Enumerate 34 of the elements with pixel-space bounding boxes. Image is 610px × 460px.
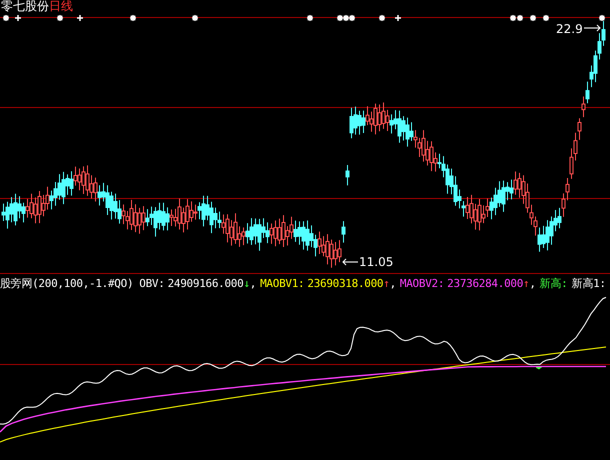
series-label: 新高1: [572, 276, 606, 290]
star-icon [191, 14, 199, 22]
plus-icon [394, 14, 402, 22]
trend-arrow: ↑ [383, 276, 390, 290]
series-value: 23736284.000 [447, 276, 524, 290]
series-value: 24909166.000 [168, 276, 244, 290]
pointer-arrow-icon [584, 24, 601, 32]
chart-period: 日线 [49, 0, 73, 13]
series-label: MAOBV1: [260, 276, 304, 290]
series-label: 新高: [540, 276, 568, 290]
star-icon [529, 14, 537, 22]
plus-icon [76, 14, 84, 22]
star-icon [129, 14, 137, 22]
series-value: 23690318.000 [307, 276, 384, 290]
series-label: OBV: [139, 276, 165, 290]
stock-name: 零七股份 [1, 0, 49, 13]
indicator-name: 股旁网 [0, 276, 32, 290]
obv-deficit-area [536, 366, 542, 370]
separator: , [250, 276, 256, 290]
star-icon [378, 14, 386, 22]
separator: , [390, 276, 396, 290]
candlestick [346, 164, 350, 186]
separator: , [529, 276, 536, 290]
indicator-params: (200,100,-1.#QO) [32, 276, 134, 290]
star-icon [2, 14, 10, 22]
star-icon [598, 14, 606, 22]
star-icon [56, 14, 64, 22]
plus-icon [14, 14, 22, 22]
trend-arrow: ↑ [523, 276, 530, 290]
trend-arrow: ↓ [243, 276, 250, 290]
star-icon [542, 14, 550, 22]
high-price-label: 22.9 [556, 22, 583, 36]
series-label: MAOBV2: [400, 276, 444, 290]
star-icon [306, 14, 314, 22]
